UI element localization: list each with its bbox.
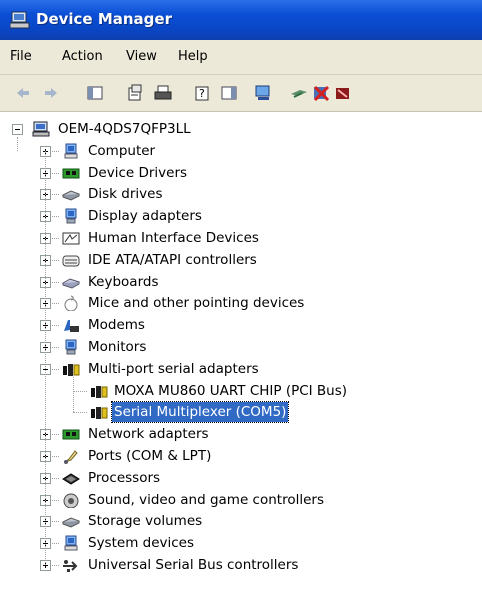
category-label: IDE ATA/ATAPI controllers <box>88 251 257 268</box>
computer-icon <box>62 143 80 159</box>
device-label: MOXA MU860 UART CHIP (PCI Bus) <box>114 382 348 399</box>
menu-action[interactable]: Action <box>62 49 103 64</box>
root-computer-label: OEM-4QDS7QFP3LL <box>58 121 191 137</box>
svg-text:?: ? <box>199 87 205 100</box>
tree-category[interactable]: Storage volumes <box>0 511 482 531</box>
category-label: Sound, video and game controllers <box>88 491 324 508</box>
uninstall-icon[interactable] <box>312 84 330 102</box>
monitor-icon <box>62 339 80 355</box>
category-label: Network adapters <box>88 426 209 443</box>
disk-drive-icon <box>61 186 81 202</box>
back-arrow-icon[interactable] <box>14 84 32 102</box>
category-label: Processors <box>88 469 161 486</box>
tree-category[interactable]: Mice and other pointing devices <box>0 293 482 313</box>
device-tree[interactable]: OEM-4QDS7QFP3LL Computer Device Drivers Dis… <box>0 112 482 599</box>
tree-category[interactable]: Keyboards <box>0 272 482 292</box>
usb-icon <box>62 557 80 573</box>
keyboard-icon <box>61 274 81 290</box>
tree-category[interactable]: Universal Serial Bus controllers <box>0 555 482 575</box>
category-label: Storage volumes <box>88 513 203 530</box>
system-device-icon <box>62 535 80 551</box>
tree-category[interactable]: IDE ATA/ATAPI controllers <box>0 250 482 270</box>
tree-category[interactable]: System devices <box>0 533 482 553</box>
category-label: System devices <box>88 535 195 552</box>
tree-category[interactable]: Modems <box>0 315 482 335</box>
computer-icon <box>32 121 50 137</box>
tree-category[interactable]: Computer <box>0 141 482 161</box>
tree-category[interactable]: Ports (COM & LPT) <box>0 446 482 466</box>
monitor-icon <box>62 208 80 224</box>
tree-category[interactable]: Device Drivers <box>0 163 482 183</box>
category-label: Device Drivers <box>88 164 188 181</box>
port-icon <box>62 448 80 464</box>
print-icon[interactable] <box>154 84 172 102</box>
scan-hardware-icon[interactable] <box>254 84 272 102</box>
tree-root[interactable]: OEM-4QDS7QFP3LL <box>0 119 482 139</box>
title-bar: Device Manager <box>0 0 482 40</box>
mouse-icon <box>62 295 80 312</box>
tree-category[interactable]: Processors <box>0 468 482 488</box>
menu-view[interactable]: View <box>126 49 157 64</box>
category-label: Computer <box>88 142 156 159</box>
speaker-icon <box>62 492 80 509</box>
properties-icon[interactable] <box>126 84 144 102</box>
menu-file[interactable]: File <box>10 49 32 64</box>
toolbar: ? <box>0 75 482 112</box>
category-label: Keyboards <box>88 273 159 290</box>
forward-arrow-icon[interactable] <box>42 84 60 102</box>
update-driver-icon[interactable] <box>290 84 308 102</box>
category-label: Display adapters <box>88 208 202 225</box>
processor-icon <box>62 470 80 486</box>
menu-bar: File Action View Help <box>0 40 482 75</box>
tree-category[interactable]: Monitors <box>0 337 482 357</box>
category-label: Monitors <box>88 339 147 355</box>
network-card-icon <box>62 426 80 442</box>
category-label: Modems <box>88 317 145 334</box>
disable-icon[interactable] <box>334 84 352 102</box>
category-label: Disk drives <box>88 186 163 203</box>
modem-icon <box>62 317 80 333</box>
category-label: Human Interface Devices <box>88 230 259 246</box>
menu-help[interactable]: Help <box>178 49 208 64</box>
selected-device-label: Serial Multiplexer (COM5) <box>110 401 290 424</box>
storage-volume-icon <box>61 513 81 529</box>
tree-category[interactable]: Display adapters <box>0 206 482 226</box>
help-icon[interactable]: ? <box>194 84 212 102</box>
tree-category[interactable]: Sound, video and game controllers <box>0 490 482 510</box>
tree-category[interactable]: Multi-port serial adapters <box>0 359 482 379</box>
category-label: Multi-port serial adapters <box>88 360 259 377</box>
chip-card-icon <box>62 165 80 181</box>
ide-controller-icon <box>62 252 80 268</box>
serial-port-icon <box>90 404 108 420</box>
collapse-root-button[interactable] <box>12 124 23 135</box>
hid-icon <box>62 230 80 246</box>
window-title: Device Manager <box>36 10 172 28</box>
category-label: Universal Serial Bus controllers <box>88 557 299 573</box>
action-pane-icon[interactable] <box>220 84 238 102</box>
serial-port-icon <box>62 361 80 377</box>
tree-category[interactable]: Human Interface Devices <box>0 228 482 248</box>
device-manager-icon <box>10 11 30 29</box>
tree-category[interactable]: Disk drives <box>0 184 482 204</box>
tree-category[interactable]: Network adapters <box>0 424 482 444</box>
category-label: Mice and other pointing devices <box>88 295 305 312</box>
serial-port-icon <box>90 383 108 399</box>
category-label: Ports (COM & LPT) <box>88 448 212 464</box>
console-tree-icon[interactable] <box>86 84 104 102</box>
